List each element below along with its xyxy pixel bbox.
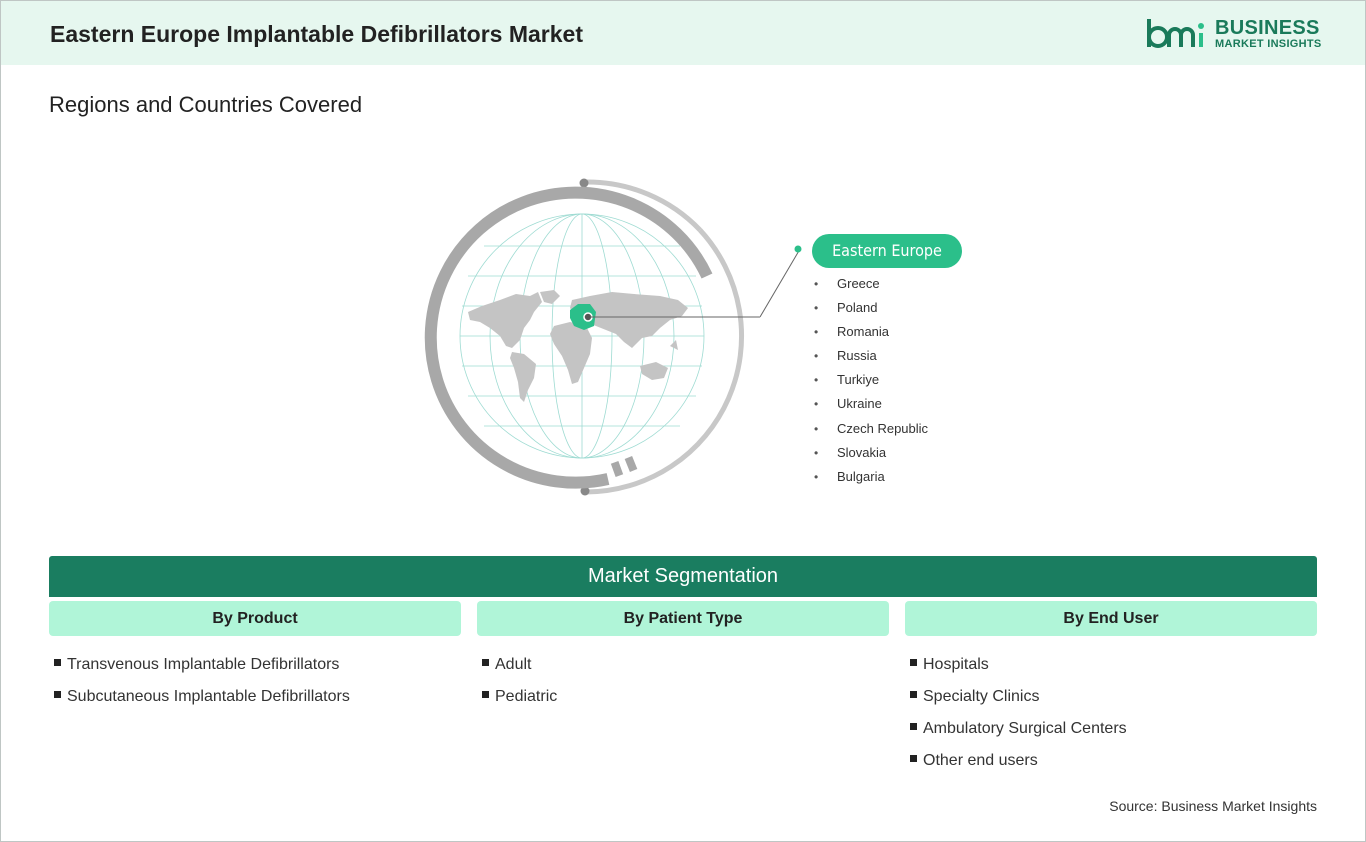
bullet-square-icon (482, 691, 489, 699)
header-bar: Eastern Europe Implantable Defibrillator… (1, 1, 1365, 65)
country-item: Bulgaria (814, 469, 928, 493)
country-item: Russia (814, 348, 928, 372)
source-note: Source: Business Market Insights (1109, 798, 1317, 814)
bullet-square-icon (54, 659, 61, 667)
country-item: Poland (814, 300, 928, 324)
connector-line (760, 245, 802, 318)
globe-graphic (420, 170, 760, 510)
bmi-logo-icon (1147, 19, 1204, 49)
list-item-label: Pediatric (495, 688, 558, 705)
list-item-label: Hospitals (923, 656, 989, 673)
bullet-square-icon (910, 659, 917, 667)
country-item: Slovakia (814, 445, 928, 469)
bullet-square-icon (910, 723, 917, 731)
bullet-square-icon (910, 755, 917, 763)
list-item-label: Other end users (923, 752, 1038, 769)
bullet-square-icon (482, 659, 489, 667)
country-item: Turkiye (814, 372, 928, 396)
segment-list-product: Transvenous Implantable Defibrillators S… (54, 656, 350, 720)
bullet-square-icon (910, 691, 917, 699)
arc-dot-top (579, 178, 589, 188)
country-item: Ukraine (814, 396, 928, 420)
segment-heading-product: By Product (49, 601, 461, 636)
list-item-label: Specialty Clinics (923, 688, 1040, 705)
segment-heading-patient-type: By Patient Type (477, 601, 889, 636)
list-item: Ambulatory Surgical Centers (910, 720, 1127, 752)
page-title: Eastern Europe Implantable Defibrillator… (50, 21, 583, 47)
list-item: Hospitals (910, 656, 1127, 688)
bullet-square-icon (54, 691, 61, 699)
segment-list-end-user: Hospitals Specialty Clinics Ambulatory S… (910, 656, 1127, 784)
country-item: Romania (814, 324, 928, 348)
logo-text-business: BUSINESS (1215, 17, 1320, 39)
list-item: Specialty Clinics (910, 688, 1127, 720)
list-item-label: Ambulatory Surgical Centers (923, 720, 1127, 737)
bmi-logo: BUSINESS MARKET INSIGHTS (1145, 15, 1325, 55)
list-item-label: Subcutaneous Implantable Defibrillators (67, 688, 350, 705)
segment-heading-end-user: By End User (905, 601, 1317, 636)
list-item: Subcutaneous Implantable Defibrillators (54, 688, 350, 720)
list-item: Pediatric (482, 688, 557, 720)
market-segmentation-header: Market Segmentation (49, 556, 1317, 597)
list-item-label: Transvenous Implantable Defibrillators (67, 656, 340, 673)
country-item: Czech Republic (814, 421, 928, 445)
list-item-label: Adult (495, 656, 532, 673)
section-title: Regions and Countries Covered (49, 92, 363, 117)
segment-list-patient-type: Adult Pediatric (482, 656, 557, 720)
list-item: Other end users (910, 752, 1127, 784)
list-item: Adult (482, 656, 557, 688)
logo-text-market-insights: MARKET INSIGHTS (1215, 38, 1322, 50)
country-list: Greece Poland Romania Russia Turkiye Ukr… (814, 276, 928, 493)
country-item: Greece (814, 276, 928, 300)
list-item: Transvenous Implantable Defibrillators (54, 656, 350, 688)
region-pill-eastern-europe: Eastern Europe (812, 234, 962, 268)
